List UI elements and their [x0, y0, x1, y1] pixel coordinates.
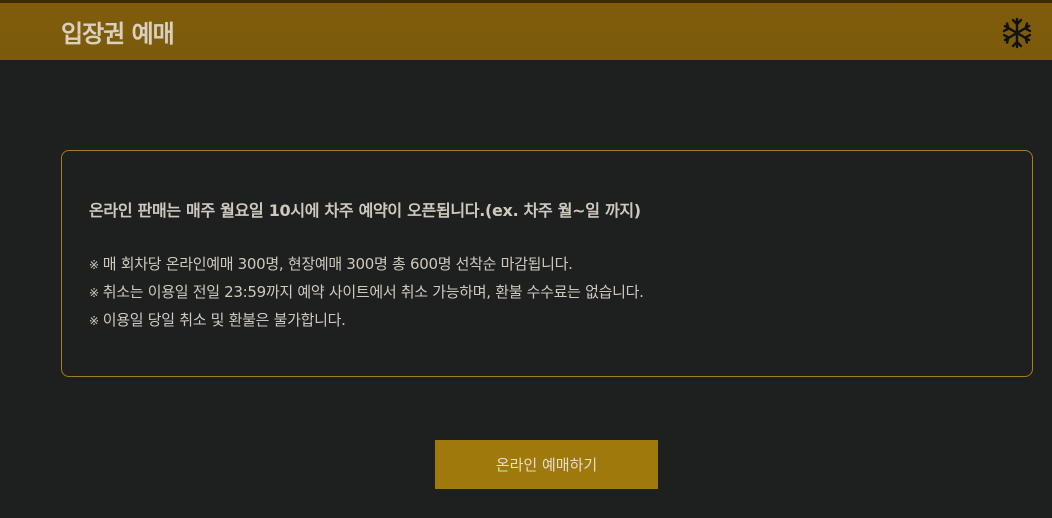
bullet-mark-icon: ※	[89, 314, 99, 328]
page-title: 입장권 예매	[61, 20, 175, 48]
header-bar: 입장권 예매	[0, 0, 1052, 60]
bullet-mark-icon: ※	[89, 258, 99, 272]
notice-item-text: 매 회차당 온라인예매 300명, 현장예매 300명 총 600명 선착순 마…	[102, 255, 573, 273]
snowflake-icon[interactable]	[1000, 16, 1034, 50]
bullet-mark-icon: ※	[89, 286, 99, 300]
notice-headline: 온라인 판매는 매주 월요일 10시에 차주 예약이 오픈됩니다.(ex. 차주…	[89, 201, 641, 220]
notice-item-text: 이용일 당일 취소 및 환불은 불가합니다.	[102, 311, 346, 329]
notice-list: ※ 매 회차당 온라인예매 300명, 현장예매 300명 총 600명 선착순 …	[89, 251, 644, 335]
notice-item: ※ 취소는 이용일 전일 23:59까지 예약 사이트에서 취소 가능하며, 환불…	[89, 279, 644, 307]
notice-item: ※ 매 회차당 온라인예매 300명, 현장예매 300명 총 600명 선착순 …	[89, 251, 644, 279]
notice-item-text: 취소는 이용일 전일 23:59까지 예약 사이트에서 취소 가능하며, 환불 …	[102, 283, 644, 301]
notice-box: 온라인 판매는 매주 월요일 10시에 차주 예약이 오픈됩니다.(ex. 차주…	[61, 150, 1033, 377]
online-reservation-button[interactable]: 온라인 예매하기	[435, 440, 658, 489]
notice-item: ※ 이용일 당일 취소 및 환불은 불가합니다.	[89, 307, 644, 335]
